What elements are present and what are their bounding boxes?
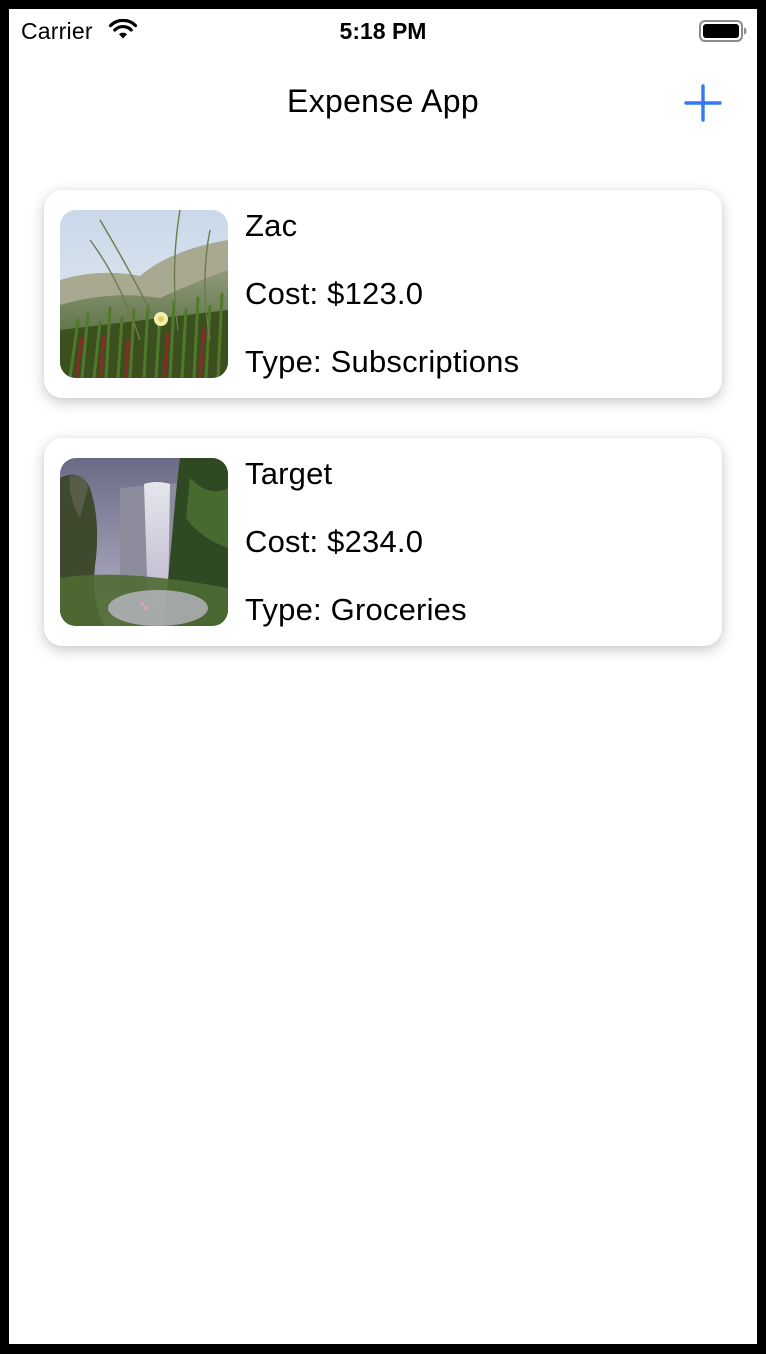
status-time: 5:18 PM (339, 18, 427, 44)
expense-photo-grass-flower (60, 210, 228, 378)
expense-cost: Cost: $234.0 (245, 524, 424, 559)
app-screen: Carrier 5:18 PM Expense App Zac Cost: $1… (9, 9, 757, 1344)
expense-photo-waterfall (60, 458, 228, 626)
expense-cost: Cost: $123.0 (245, 276, 424, 311)
expense-card[interactable]: Target Cost: $234.0 Type: Groceries (44, 438, 722, 646)
plus-icon (684, 84, 722, 122)
expense-card[interactable]: Zac Cost: $123.0 Type: Subscriptions (44, 190, 722, 398)
expense-name: Zac (245, 208, 298, 243)
expense-type: Type: Subscriptions (245, 344, 520, 379)
navigation-bar: Expense App (9, 53, 757, 141)
expense-name: Target (245, 456, 333, 491)
expense-type: Type: Groceries (245, 592, 467, 627)
status-bar: Carrier 5:18 PM (9, 9, 757, 53)
page-title: Expense App (287, 83, 479, 119)
add-expense-button[interactable] (679, 79, 727, 127)
battery-icon (699, 20, 747, 42)
